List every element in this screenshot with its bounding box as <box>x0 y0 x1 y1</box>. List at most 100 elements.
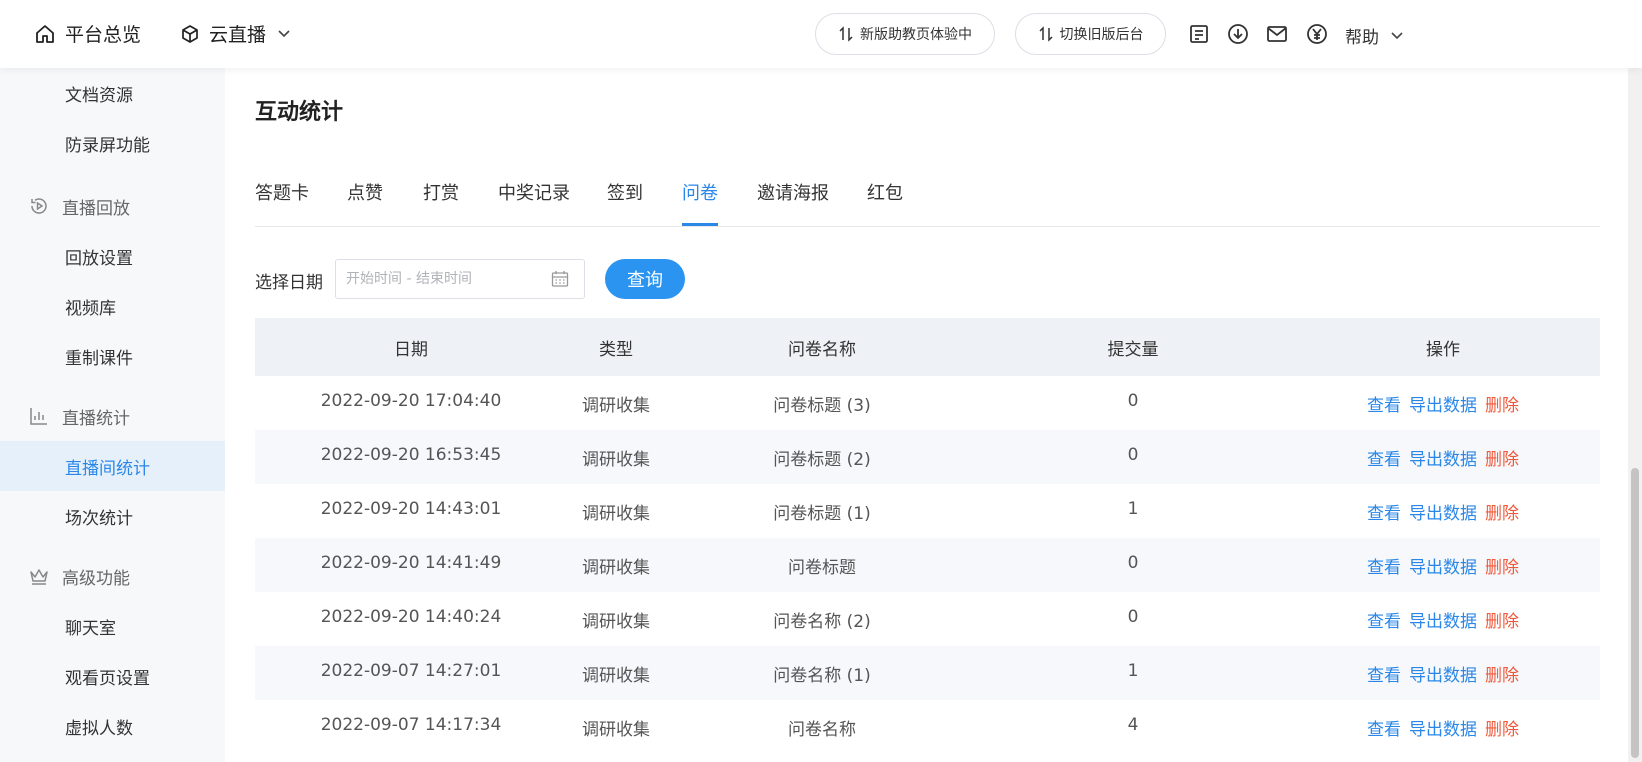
column-header-actions: 操作 <box>1426 340 1460 360</box>
query-button[interactable]: 查询 <box>605 259 685 299</box>
sidebar-item-label: 防录屏功能 <box>65 135 150 156</box>
cell-type: 调研收集 <box>582 558 650 578</box>
column-header-date: 日期 <box>394 340 428 360</box>
tab-rewards[interactable]: 打赏 <box>423 179 459 205</box>
date-range-input[interactable] <box>335 259 585 299</box>
export-data-link[interactable]: 导出数据 <box>1409 666 1477 686</box>
cell-date: 2022-09-20 14:41:49 <box>320 553 502 573</box>
delete-link[interactable]: 删除 <box>1485 666 1519 686</box>
view-link[interactable]: 查看 <box>1367 666 1401 686</box>
sidebar-item-chatroom[interactable]: 聊天室 <box>0 601 225 651</box>
view-link[interactable]: 查看 <box>1367 720 1401 740</box>
cell-name: 问卷标题 (1) <box>773 504 871 524</box>
cell-type: 调研收集 <box>582 396 650 416</box>
row-actions: 查看 导出数据 删除 <box>1367 499 1519 524</box>
tab-bar: 答题卡 点赞 打赏 中奖记录 签到 问卷 邀请海报 红包 <box>255 168 1600 227</box>
table-header: 日期 类型 问卷名称 提交量 操作 <box>255 318 1600 376</box>
export-data-link[interactable]: 导出数据 <box>1409 504 1477 524</box>
sidebar-item-label: 回放设置 <box>65 248 133 269</box>
calendar-icon <box>551 271 569 287</box>
sidebar-item-watch-page-settings[interactable]: 观看页设置 <box>0 651 225 701</box>
sidebar-item-replay-settings[interactable]: 回放设置 <box>0 231 225 281</box>
delete-link[interactable]: 删除 <box>1485 720 1519 740</box>
sidebar-item-label: 文档资源 <box>65 85 133 106</box>
cell-name: 问卷名称 <box>788 720 856 740</box>
delete-link[interactable]: 删除 <box>1485 396 1519 416</box>
sidebar-item-virtual-viewers[interactable]: 虚拟人数 <box>0 701 225 751</box>
nav-cloud-live[interactable]: 云直播 <box>180 20 290 47</box>
tab-likes[interactable]: 点赞 <box>347 179 383 205</box>
cell-submissions: 4 <box>1127 715 1139 735</box>
page-scrollbar[interactable] <box>1628 68 1642 762</box>
sidebar-item-remake-courseware[interactable]: 重制课件 <box>0 331 225 381</box>
scrollbar-thumb[interactable] <box>1631 468 1639 758</box>
help-label: 帮助 <box>1345 28 1379 48</box>
row-actions: 查看 导出数据 删除 <box>1367 445 1519 470</box>
new-assistant-page-button[interactable]: 新版助教页体验中 <box>815 13 995 55</box>
cell-submissions: 0 <box>1127 391 1139 411</box>
view-link[interactable]: 查看 <box>1367 558 1401 578</box>
sidebar-group-label: 直播回放 <box>62 198 130 219</box>
sidebar-group-label: 直播统计 <box>62 408 130 429</box>
cell-name: 问卷标题 <box>788 558 856 578</box>
doc-icon[interactable] <box>1187 22 1211 46</box>
row-actions: 查看 导出数据 删除 <box>1367 391 1519 416</box>
nav-cloud-live-label: 云直播 <box>209 24 267 46</box>
sidebar-group-advanced[interactable]: 高级功能 <box>0 551 225 601</box>
export-data-link[interactable]: 导出数据 <box>1409 612 1477 632</box>
view-link[interactable]: 查看 <box>1367 396 1401 416</box>
delete-link[interactable]: 删除 <box>1485 612 1519 632</box>
sidebar-item-label: 场次统计 <box>65 508 133 529</box>
sidebar-item-label: 观看页设置 <box>65 668 150 689</box>
export-data-link[interactable]: 导出数据 <box>1409 450 1477 470</box>
cell-submissions: 0 <box>1127 445 1139 465</box>
switch-arrows-icon <box>1038 26 1053 42</box>
export-data-link[interactable]: 导出数据 <box>1409 396 1477 416</box>
view-link[interactable]: 查看 <box>1367 612 1401 632</box>
cell-name: 问卷标题 (3) <box>773 396 871 416</box>
nav-platform-overview[interactable]: 平台总览 <box>34 20 141 47</box>
tab-prize-records[interactable]: 中奖记录 <box>498 179 570 205</box>
delete-link[interactable]: 删除 <box>1485 450 1519 470</box>
download-icon[interactable] <box>1226 22 1250 46</box>
sidebar-item-room-stats[interactable]: 直播间统计 <box>0 441 225 491</box>
sidebar-item-session-stats[interactable]: 场次统计 <box>0 491 225 541</box>
view-link[interactable]: 查看 <box>1367 450 1401 470</box>
column-header-type: 类型 <box>599 340 633 360</box>
sidebar-item-label: 重制课件 <box>65 348 133 369</box>
mail-icon[interactable] <box>1265 22 1289 46</box>
yen-icon[interactable] <box>1305 22 1329 46</box>
tab-invite-poster[interactable]: 邀请海报 <box>757 179 829 205</box>
sidebar-group-live-stats[interactable]: 直播统计 <box>0 391 225 441</box>
delete-link[interactable]: 删除 <box>1485 504 1519 524</box>
chevron-down-icon <box>278 29 290 37</box>
sidebar-group-live-replay[interactable]: 直播回放 <box>0 181 225 231</box>
cell-type: 调研收集 <box>582 720 650 740</box>
delete-link[interactable]: 删除 <box>1485 558 1519 578</box>
table-row: 2022-09-20 14:43:01 调研收集 问卷标题 (1) 1 查看 导出… <box>255 484 1600 538</box>
table-row: 2022-09-20 14:41:49 调研收集 问卷标题 0 查看 导出数据 删除 <box>255 538 1600 592</box>
tab-red-packet[interactable]: 红包 <box>867 179 903 205</box>
export-data-link[interactable]: 导出数据 <box>1409 558 1477 578</box>
export-data-link[interactable]: 导出数据 <box>1409 720 1477 740</box>
cell-type: 调研收集 <box>582 504 650 524</box>
main-content: 互动统计 答题卡 点赞 打赏 中奖记录 签到 问卷 邀请海报 红包 选择日期 查… <box>255 68 1600 762</box>
table-row: 2022-09-07 14:17:34 调研收集 问卷名称 4 查看 导出数据 删除 <box>255 700 1600 754</box>
sidebar-item-video-library[interactable]: 视频库 <box>0 281 225 331</box>
date-filter-label: 选择日期 <box>255 273 323 293</box>
sidebar-item-doc-resources[interactable]: 文档资源 <box>0 68 225 118</box>
view-link[interactable]: 查看 <box>1367 504 1401 524</box>
table-row: 2022-09-20 17:04:40 调研收集 问卷标题 (3) 0 查看 导出… <box>255 376 1600 430</box>
cell-name: 问卷名称 (2) <box>773 612 871 632</box>
tab-answer-card[interactable]: 答题卡 <box>255 179 309 205</box>
home-icon <box>36 24 54 43</box>
switch-old-backend-button[interactable]: 切换旧版后台 <box>1015 13 1166 55</box>
row-actions: 查看 导出数据 删除 <box>1367 553 1519 578</box>
crown-icon <box>30 569 48 585</box>
sidebar-item-anti-recording[interactable]: 防录屏功能 <box>0 118 225 168</box>
tab-check-in[interactable]: 签到 <box>607 179 643 205</box>
tab-questionnaire[interactable]: 问卷 <box>682 179 718 205</box>
column-header-name: 问卷名称 <box>788 340 856 360</box>
help-menu[interactable]: 帮助 <box>1345 23 1403 48</box>
chevron-down-icon <box>1391 31 1403 39</box>
